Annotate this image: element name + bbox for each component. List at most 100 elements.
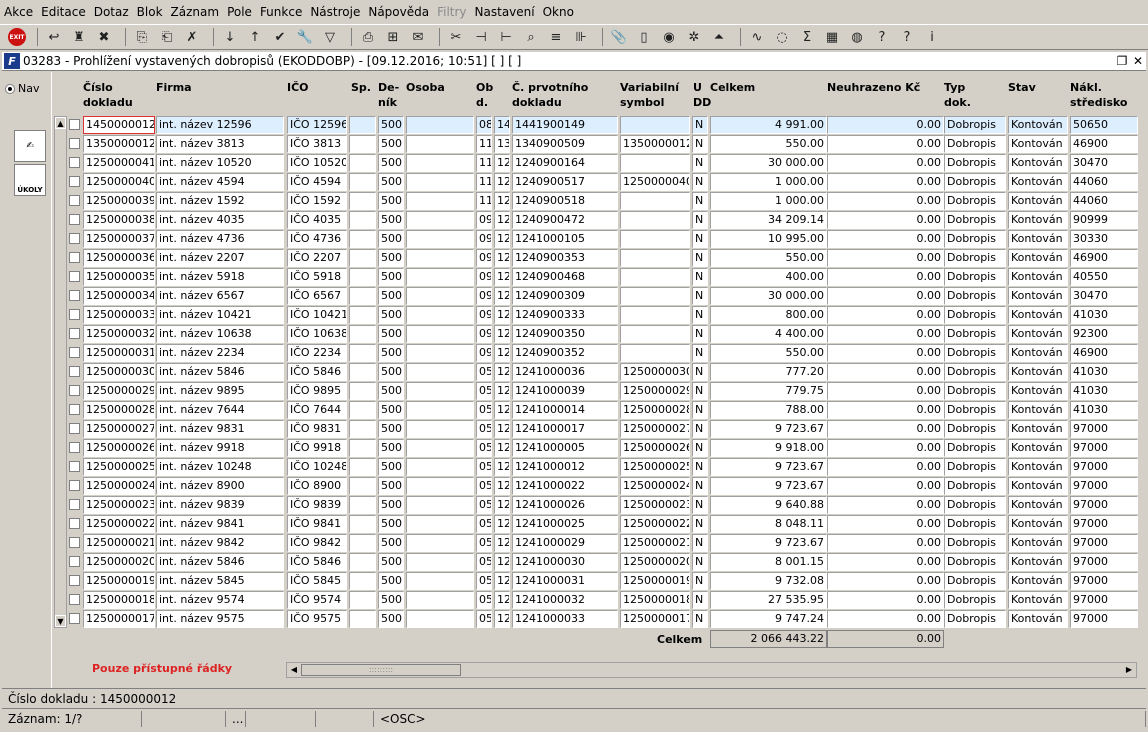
cell-col-3[interactable] xyxy=(349,496,376,514)
cell-col-7[interactable]: 12 xyxy=(494,268,510,286)
cell-col-10[interactable]: N xyxy=(692,268,708,286)
cell-col-7[interactable]: 12 xyxy=(494,154,510,172)
cell-col-3[interactable] xyxy=(349,591,376,609)
menu-item-9[interactable]: Filtry xyxy=(437,5,466,19)
list-icon[interactable]: ≡ xyxy=(546,27,566,47)
cell-col-8[interactable]: 1241000039 xyxy=(512,382,618,400)
cell-col-8[interactable]: 1240900468 xyxy=(512,268,618,286)
cell-col-2[interactable]: IČO 10248 xyxy=(287,458,347,476)
horizontal-scrollbar[interactable]: ◀ ::::::::: ▶ xyxy=(286,662,1137,678)
exit-icon[interactable]: EXIT xyxy=(8,28,26,46)
email-icon[interactable]: ✉ xyxy=(408,27,428,47)
cell-col-2[interactable]: IČO 10421 xyxy=(287,306,347,324)
cell-col-7[interactable]: 12 xyxy=(494,192,510,210)
cell-col-4[interactable]: 500 xyxy=(378,610,404,628)
cell-col-7[interactable]: 12 xyxy=(494,363,510,381)
cell-col-2[interactable]: IČO 4035 xyxy=(287,211,347,229)
cell-col-4[interactable]: 500 xyxy=(378,154,404,172)
cell-col-9[interactable] xyxy=(620,211,690,229)
cell-col-15[interactable]: 97000 xyxy=(1070,572,1138,590)
cell-col-5[interactable] xyxy=(406,116,474,134)
cell-col-0[interactable]: 1250000033 xyxy=(83,306,155,324)
cell-col-5[interactable] xyxy=(406,420,474,438)
cell-col-6[interactable]: 05 xyxy=(476,610,492,628)
cell-col-13[interactable]: Dobropis xyxy=(944,382,1006,400)
cell-col-8[interactable]: 1241000105 xyxy=(512,230,618,248)
cell-col-0[interactable]: 1250000017 xyxy=(83,610,155,628)
cell-col-10[interactable]: N xyxy=(692,173,708,191)
cell-col-15[interactable]: 50650 xyxy=(1070,116,1138,134)
cell-col-9[interactable] xyxy=(620,249,690,267)
cell-col-1[interactable]: int. název 10638 xyxy=(156,325,284,343)
cell-col-6[interactable]: 09 xyxy=(476,306,492,324)
cell-col-10[interactable]: N xyxy=(692,116,708,134)
cell-col-13[interactable]: Dobropis xyxy=(944,553,1006,571)
cell-col-9[interactable] xyxy=(620,116,690,134)
cell-col-14[interactable]: Kontován xyxy=(1008,211,1068,229)
cell-col-1[interactable]: int. název 5845 xyxy=(156,572,284,590)
insert-record-icon[interactable]: ↩ xyxy=(44,27,64,47)
row-checkbox[interactable] xyxy=(69,309,80,320)
cell-col-6[interactable]: 11 xyxy=(476,192,492,210)
cell-col-6[interactable]: 09 xyxy=(476,249,492,267)
cell-col-13[interactable]: Dobropis xyxy=(944,135,1006,153)
cell-col-4[interactable]: 500 xyxy=(378,135,404,153)
cell-col-0[interactable]: 1250000028 xyxy=(83,401,155,419)
cell-col-10[interactable]: N xyxy=(692,591,708,609)
cell-col-8[interactable]: 1241000012 xyxy=(512,458,618,476)
cell-col-8[interactable]: 1241000005 xyxy=(512,439,618,457)
cell-col-5[interactable] xyxy=(406,515,474,533)
cell-col-9[interactable]: 1250000025 xyxy=(620,458,690,476)
cell-col-7[interactable]: 12 xyxy=(494,325,510,343)
cell-col-0[interactable]: 1250000039 xyxy=(83,192,155,210)
cell-col-1[interactable]: int. název 9895 xyxy=(156,382,284,400)
cell-col-11[interactable]: 4 991.00 xyxy=(710,116,827,134)
row-checkbox[interactable] xyxy=(69,366,80,377)
row-checkbox[interactable] xyxy=(69,594,80,605)
cell-col-15[interactable]: 30470 xyxy=(1070,287,1138,305)
cell-col-13[interactable]: Dobropis xyxy=(944,116,1006,134)
cell-col-9[interactable] xyxy=(620,154,690,172)
row-checkbox[interactable] xyxy=(69,214,80,225)
cell-col-15[interactable]: 41030 xyxy=(1070,401,1138,419)
row-checkbox[interactable] xyxy=(69,404,80,415)
cell-col-13[interactable]: Dobropis xyxy=(944,401,1006,419)
cell-col-15[interactable]: 30330 xyxy=(1070,230,1138,248)
cell-col-5[interactable] xyxy=(406,211,474,229)
column-header-14[interactable]: Nákl. středisko xyxy=(1070,80,1127,110)
cell-col-10[interactable]: N xyxy=(692,344,708,362)
cell-col-9[interactable]: 1250000029 xyxy=(620,382,690,400)
cell-col-15[interactable]: 41030 xyxy=(1070,363,1138,381)
info-icon[interactable]: i xyxy=(922,27,942,47)
cell-col-15[interactable]: 97000 xyxy=(1070,496,1138,514)
cell-col-4[interactable]: 500 xyxy=(378,173,404,191)
cell-col-5[interactable] xyxy=(406,287,474,305)
cell-col-2[interactable]: IČO 10520 xyxy=(287,154,347,172)
nav-radio[interactable]: Nav xyxy=(6,82,39,95)
cell-col-8[interactable]: 1240900518 xyxy=(512,192,618,210)
row-checkbox[interactable] xyxy=(69,176,80,187)
cell-col-3[interactable] xyxy=(349,458,376,476)
menu-item-1[interactable]: Editace xyxy=(41,5,86,19)
cell-col-9[interactable] xyxy=(620,268,690,286)
cell-col-15[interactable]: 97000 xyxy=(1070,477,1138,495)
cell-col-0[interactable]: 1250000027 xyxy=(83,420,155,438)
row-checkbox[interactable] xyxy=(69,575,80,586)
cell-col-14[interactable]: Kontován xyxy=(1008,439,1068,457)
cell-col-10[interactable]: N xyxy=(692,363,708,381)
cell-col-1[interactable]: int. název 9574 xyxy=(156,591,284,609)
row-checkbox[interactable] xyxy=(69,233,80,244)
cell-col-15[interactable]: 41030 xyxy=(1070,382,1138,400)
cell-col-14[interactable]: Kontován xyxy=(1008,325,1068,343)
cell-col-7[interactable]: 12 xyxy=(494,591,510,609)
cell-col-9[interactable] xyxy=(620,192,690,210)
cell-col-4[interactable]: 500 xyxy=(378,439,404,457)
row-checkbox[interactable] xyxy=(69,290,80,301)
cell-col-13[interactable]: Dobropis xyxy=(944,154,1006,172)
cell-col-2[interactable]: IČO 3813 xyxy=(287,135,347,153)
cell-col-8[interactable]: 1241000014 xyxy=(512,401,618,419)
cell-col-8[interactable]: 1241000031 xyxy=(512,572,618,590)
cell-col-11[interactable]: 30 000.00 xyxy=(710,287,827,305)
cell-col-10[interactable]: N xyxy=(692,534,708,552)
cell-col-6[interactable]: 08 xyxy=(476,116,492,134)
